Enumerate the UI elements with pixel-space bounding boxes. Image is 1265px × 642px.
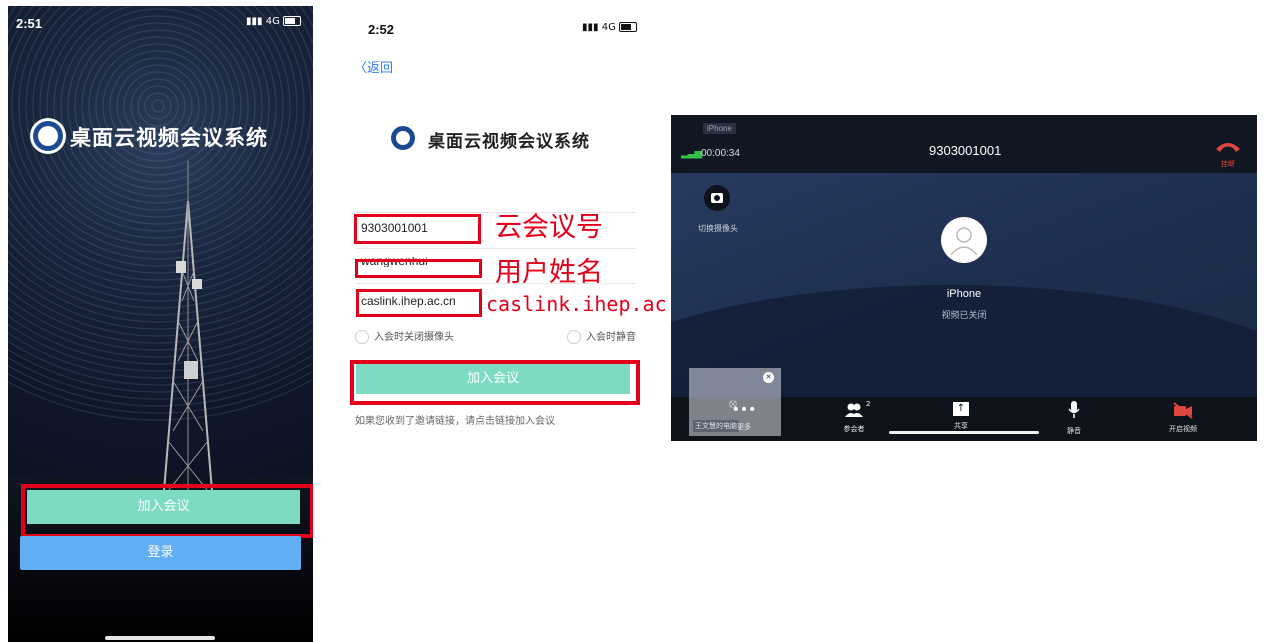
participants-button[interactable]: 2 参会者 (839, 400, 871, 434)
hangup-label: 挂断 (1221, 160, 1235, 168)
hangup-icon (1216, 143, 1240, 152)
app-title: 桌面云视频会议系统 (428, 132, 590, 152)
participant-name: iPhone (946, 288, 982, 300)
invite-link-hint: 如果您收到了邀请链接，请点击链接加入会议 (355, 416, 555, 427)
battery-icon (619, 22, 638, 32)
start-video-button[interactable]: 开启视频 (1165, 401, 1201, 434)
share-label: 共享 (954, 422, 968, 430)
participant-avatar (941, 217, 987, 263)
app-title: 桌面云视频会议系统 (70, 125, 268, 150)
join-meeting-button[interactable]: 加入会议 (356, 364, 630, 394)
network-type: 4G (265, 16, 280, 27)
switch-camera-button[interactable] (704, 185, 730, 211)
mute-label: 入会时静音 (586, 332, 636, 343)
in-meeting-screen: iPhone ▂▃▅ 00:00:34 9303001001 挂断 切换摄像头 … (671, 115, 1257, 441)
signal-bars-icon: ▮▮▮ (246, 16, 263, 27)
call-duration: 00:00:34 (701, 148, 740, 159)
camera-switch-icon (711, 193, 723, 203)
hangup-button[interactable]: 挂断 (1213, 137, 1243, 173)
meeting-id-annotation: 云会议号 (495, 212, 603, 243)
server-input[interactable]: caslink.ihep.ac.cn (361, 294, 456, 308)
radio-icon (567, 330, 581, 344)
user-name-highlight (355, 259, 482, 278)
mute-button[interactable]: 静音 (1059, 400, 1089, 436)
camera-off-label: 入会时关闭摄像头 (374, 332, 454, 343)
network-type: 4G (601, 22, 616, 33)
meeting-id-title: 9303001001 (929, 143, 1002, 158)
radio-icon (355, 330, 369, 344)
signal-indicator: ▮▮▮ 4G (582, 22, 638, 33)
login-button[interactable]: 登录 (20, 536, 301, 570)
participants-icon (845, 403, 863, 417)
signal-strength-icon: ▂▃▅ (681, 148, 702, 159)
status-time: 2:51 (16, 16, 43, 31)
mic-muted-icon: ✕ (763, 372, 774, 383)
app-logo-icon (30, 118, 66, 154)
signal-indicator: ▮▮▮ 4G (246, 16, 302, 27)
home-indicator (889, 431, 1039, 434)
mute-label: 静音 (1067, 427, 1081, 435)
switch-camera-label: 切换摄像头 (698, 224, 738, 233)
battery-icon (283, 16, 302, 26)
share-icon: ↑ (953, 402, 969, 416)
microphone-icon (1068, 401, 1080, 418)
more-icon: ••• (731, 402, 757, 418)
login-screen: 2:51 ▮▮▮ 4G 桌面云视频会议系统 加入会议 登录 (8, 6, 313, 642)
device-label: iPhone (703, 123, 736, 134)
status-bar: 2:51 ▮▮▮ 4G (8, 6, 313, 34)
back-button[interactable]: 〈返回 (354, 57, 393, 76)
person-icon (950, 227, 978, 256)
video-status: 视频已关闭 (941, 311, 987, 321)
participant-count: 2 (866, 400, 871, 408)
start-video-label: 开启视频 (1169, 425, 1197, 433)
more-label: 更多 (737, 423, 751, 431)
tower-image (163, 161, 213, 491)
status-time: 2:52 (368, 22, 395, 37)
home-indicator (105, 636, 215, 640)
camera-off-option[interactable]: 入会时关闭摄像头 (355, 328, 454, 344)
video-off-icon (1173, 402, 1193, 419)
join-meeting-button[interactable]: 加入会议 (27, 490, 300, 524)
participants-label: 参会者 (843, 425, 865, 433)
signal-bars-icon: ▮▮▮ (582, 22, 599, 33)
mute-option[interactable]: 入会时静音 (567, 328, 636, 344)
more-button[interactable]: ••• 更多 (729, 402, 759, 432)
share-button[interactable]: ↑ 共享 (946, 402, 976, 431)
meeting-id-input[interactable]: 9303001001 (361, 221, 428, 235)
app-logo-icon (388, 123, 418, 153)
